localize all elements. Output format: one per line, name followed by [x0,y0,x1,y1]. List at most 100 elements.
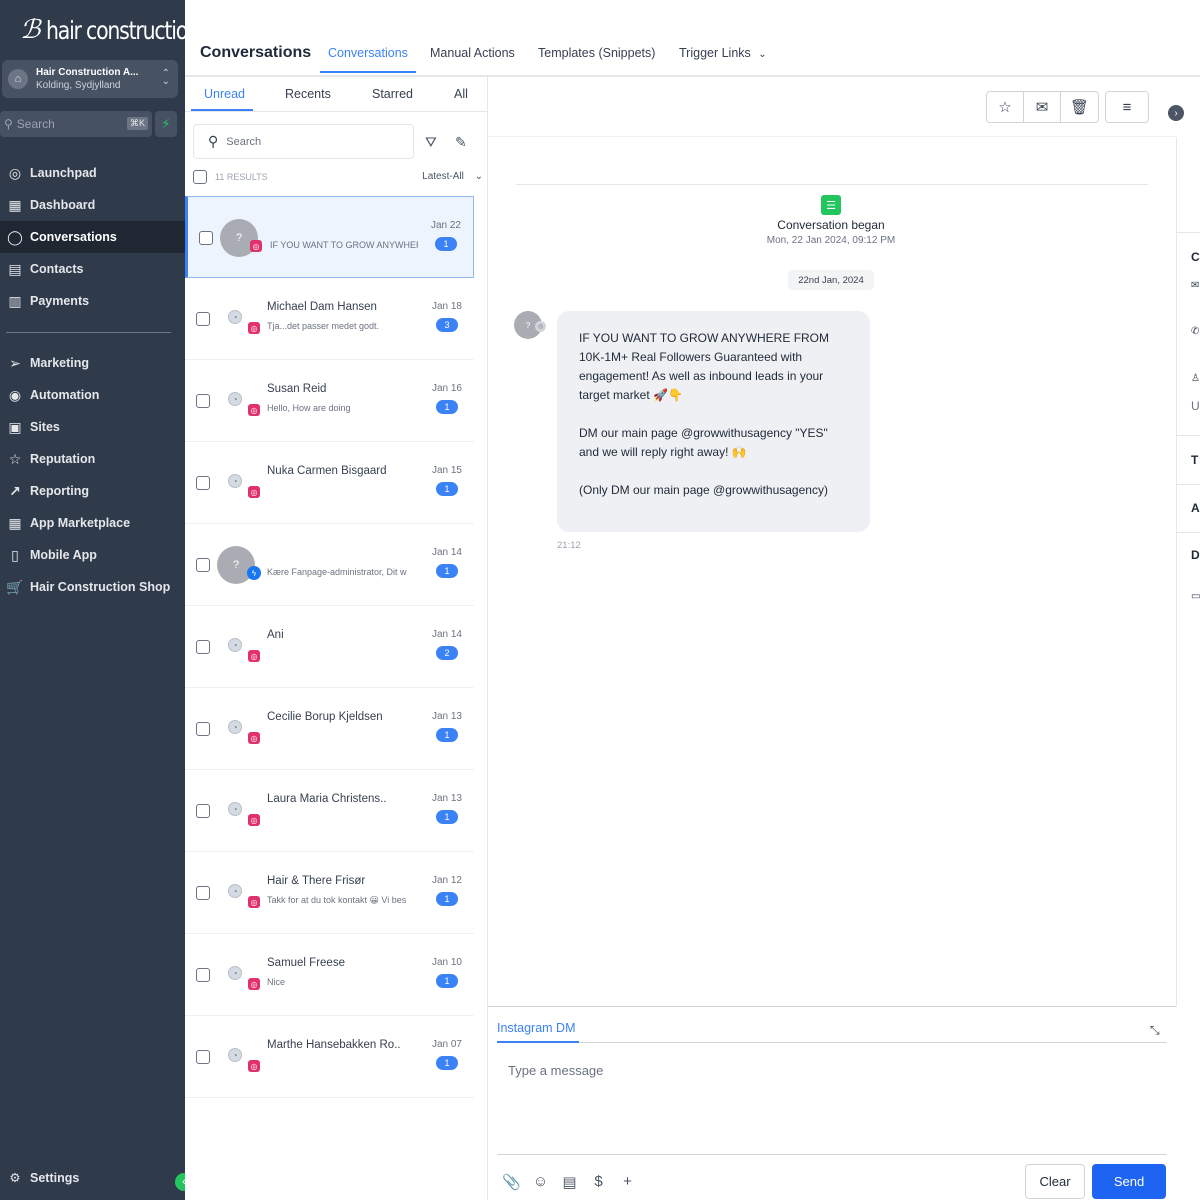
conversation-item[interactable]: ◔ ◎ Ani Jan 14 2 [185,606,474,688]
sidebar-item-payments[interactable]: ▥ Payments [0,285,185,317]
conversation-list: ? ◎ IF YOU WANT TO GROW ANYWHERE Jan 22 … [185,196,474,1098]
unread-badge: 1 [436,892,458,906]
sidebar-item-reputation[interactable]: ☆ Reputation [0,443,185,475]
message-bubble: IF YOU WANT TO GROW ANYWHERE FROM 10K-1M… [557,311,870,532]
message-input[interactable] [497,1051,1167,1155]
tab-trigger-links[interactable]: Trigger Links ⌄ [679,46,767,60]
conversation-item[interactable]: ◔ ◎ Marthe Hansebakken Ro.. Jan 07 1 [185,1016,474,1098]
conversation-preview: Tja...det passer medet godt. [267,321,380,331]
conversation-item[interactable]: ◔ ◎ Hair & There Frisør Takk for at du t… [185,852,474,934]
conversation-preview: Takk for at du tok kontakt 😀 Vi bes [267,895,407,905]
subtab-recents[interactable]: Recents [285,87,331,101]
browser-icon: ▣ [8,418,22,435]
document-icon[interactable]: ▤ [560,1173,579,1191]
shortcut-badge: ⌘K [126,117,148,130]
next-conversation-button[interactable]: › [1168,105,1184,121]
conversation-search-input[interactable]: ⚲ Search [193,124,414,159]
subtab-unread[interactable]: Unread [204,87,245,101]
sidebar-search[interactable]: ⚲ Search ⌘K [0,111,152,137]
quick-actions-button[interactable]: ⚡ [155,111,177,137]
conversation-item[interactable]: ◔ ◎ Cecilie Borup Kjeldsen Jan 13 1 [185,688,474,770]
panel-divider [1177,232,1200,233]
panel-section-heading[interactable]: A [1191,501,1200,515]
sidebar-item-sites[interactable]: ▣ Sites [0,411,185,443]
conversation-item[interactable]: ? ϟ Kære Fanpage-administrator, Dit w Ja… [185,524,474,606]
compose-icon[interactable]: ✎ [455,134,467,151]
composer-channel-tab[interactable]: Instagram DM [497,1021,576,1035]
row-checkbox[interactable] [196,1050,210,1064]
results-count: 11 RESULTS [215,172,268,182]
avatar: ◔ [228,802,242,816]
delete-button[interactable]: 🗑 [1061,92,1098,122]
sidebar-item-automation[interactable]: ◉ Automation [0,379,185,411]
send-button[interactable]: Send [1092,1164,1166,1199]
trend-icon: ↗ [9,482,21,499]
instagram-icon: ◎ [248,322,260,334]
tab-templates[interactable]: Templates (Snippets) [538,46,655,60]
avatar: ◔ [228,638,242,652]
emoji-icon[interactable]: ☺ [531,1173,550,1191]
sidebar-item-settings[interactable]: ⚙ Settings [6,1170,79,1186]
account-switcher[interactable]: ⌂ Hair Construction A... Kolding, Sydjyl… [2,60,178,98]
row-checkbox[interactable] [196,394,210,408]
conversation-item[interactable]: ◔ ◎ Samuel Freese Nice Jan 10 1 [185,934,474,1016]
plus-icon[interactable]: + [618,1173,637,1191]
conversation-date: Jan 13 [431,793,462,804]
row-checkbox[interactable] [196,886,210,900]
conversation-item[interactable]: ◔ ◎ Michael Dam Hansen Tja...det passer … [185,278,474,360]
conversation-name: Hair & There Frisør [267,875,366,887]
mark-read-button[interactable]: ✉ [1024,92,1061,122]
clear-button[interactable]: Clear [1025,1164,1085,1199]
sort-dropdown[interactable]: Latest-All ⌄ [422,171,483,182]
sidebar-nav-top: ◎ Launchpad ▦ Dashboard ◯ Conversations ▤ Co… [0,157,185,317]
select-all-checkbox[interactable] [193,170,207,184]
row-checkbox[interactable] [196,476,210,490]
panel-section-heading[interactable]: C [1191,250,1200,264]
composer-tools: 📎 ☺ ▤ $ + [502,1173,637,1191]
sidebar-item-reporting[interactable]: ↗ Reporting [0,475,185,507]
panel-section-heading[interactable]: D [1191,548,1200,562]
dollar-icon[interactable]: $ [589,1173,608,1191]
conversation-name: Ani [267,629,284,641]
conversation-item[interactable]: ◔ ◎ Susan Reid Hello, How are doing Jan … [185,360,474,442]
conversation-date: Jan 13 [431,711,462,722]
minimize-icon[interactable]: ⤡ [1150,1023,1160,1038]
conversation-name: Samuel Freese [267,957,345,969]
conversation-date: Jan 14 [431,547,462,558]
panel-section-heading[interactable]: T [1191,453,1198,467]
sidebar-item-dashboard[interactable]: ▦ Dashboard [0,189,185,221]
row-checkbox[interactable] [196,722,210,736]
sidebar-item-app-marketplace[interactable]: ▦ App Marketplace [0,507,185,539]
filter-icon[interactable]: ⛛ [425,134,437,151]
sidebar-item-launchpad[interactable]: ◎ Launchpad [0,157,185,189]
row-checkbox[interactable] [199,231,213,245]
avatar: ◔ [228,720,242,734]
tab-manual-actions[interactable]: Manual Actions [430,46,515,60]
sidebar-item-conversations[interactable]: ◯ Conversations [0,221,185,253]
calendar-icon: ▭ [1191,591,1200,602]
sidebar-item-contacts[interactable]: ▤ Contacts [0,253,185,285]
row-checkbox[interactable] [196,968,210,982]
sidebar-item-mobile-app[interactable]: ▯ Mobile App [0,539,185,571]
star-button[interactable]: ☆ [987,92,1024,122]
messenger-icon: ϟ [247,566,261,580]
subtab-all[interactable]: All [454,87,468,101]
conversation-item[interactable]: ? ◎ IF YOU WANT TO GROW ANYWHERE Jan 22 … [185,196,474,278]
conversation-item[interactable]: ◔ ◎ Nuka Carmen Bisgaard Jan 15 1 [185,442,474,524]
row-checkbox[interactable] [196,640,210,654]
row-checkbox[interactable] [196,312,210,326]
message-filter-button[interactable]: ≡ [1105,91,1149,123]
chevron-down-icon: ⌄ [474,171,483,182]
subtab-starred[interactable]: Starred [372,87,413,101]
active-tab-indicator [320,71,416,73]
row-checkbox[interactable] [196,804,210,818]
tab-conversations[interactable]: Conversations [328,46,408,60]
panel-divider [1177,435,1200,436]
row-checkbox[interactable] [196,558,210,572]
sidebar-item-shop[interactable]: 🛒 Hair Construction Shop [0,571,185,603]
conversation-date: Jan 12 [431,875,462,886]
attachment-icon[interactable]: 📎 [502,1173,521,1191]
conversation-item[interactable]: ◔ ◎ Laura Maria Christens.. Jan 13 1 [185,770,474,852]
sidebar-item-marketing[interactable]: ➢ Marketing [0,347,185,379]
rocket-icon: ◎ [8,164,22,181]
